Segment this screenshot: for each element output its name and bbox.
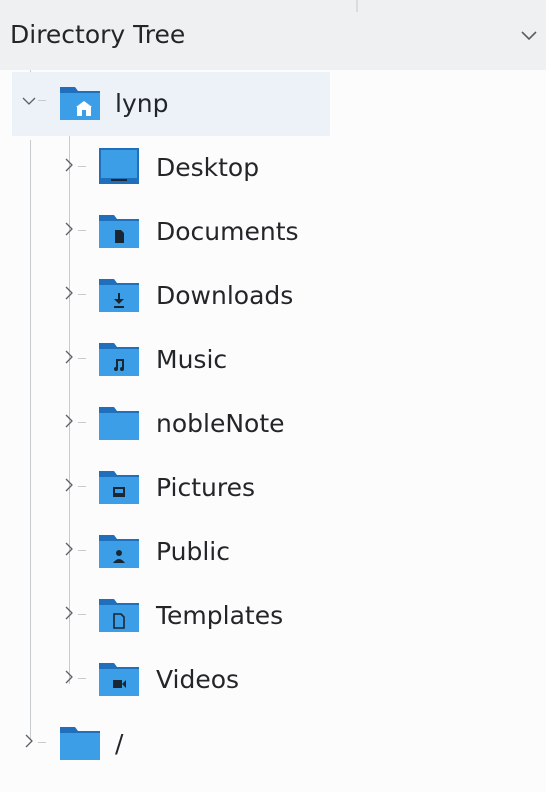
tree-connector: [78, 166, 86, 167]
chevron-right-icon[interactable]: [62, 542, 76, 556]
tree-connector: [78, 422, 86, 423]
home-folder-icon: [60, 87, 100, 120]
tree-item-label: /: [115, 729, 124, 758]
tree-item-label: lynp: [115, 89, 169, 118]
tree-connector: [78, 550, 86, 551]
downloads-folder-icon: [99, 279, 139, 312]
tree-item-label: nobleNote: [156, 409, 285, 438]
tree-connector: [78, 294, 86, 295]
tree-connector: [78, 358, 86, 359]
templates-folder-icon: [99, 599, 139, 632]
resize-handle: [356, 0, 358, 12]
tree-connector: [78, 486, 86, 487]
tree-item-label: Desktop: [156, 153, 260, 182]
directory-tree[interactable]: lynp Desktop Documents Downloads Music n…: [0, 70, 546, 792]
tree-item-public[interactable]: Public: [0, 520, 546, 580]
panel-title: Directory Tree: [10, 20, 186, 49]
chevron-right-icon[interactable]: [62, 286, 76, 300]
tree-connector: [38, 100, 46, 101]
chevron-right-icon[interactable]: [62, 350, 76, 364]
tree-item-documents[interactable]: Documents: [0, 200, 546, 260]
chevron-down-icon[interactable]: [22, 94, 36, 108]
tree-connector: [78, 678, 86, 679]
chevron-right-icon[interactable]: [62, 606, 76, 620]
tree-item-lynp[interactable]: lynp: [0, 72, 546, 136]
tree-item-templates[interactable]: Templates: [0, 584, 546, 644]
tree-item-desktop[interactable]: Desktop: [0, 136, 546, 196]
tree-item-noblenote[interactable]: nobleNote: [0, 392, 546, 452]
tree-item-pictures[interactable]: Pictures: [0, 456, 546, 516]
chevron-down-icon[interactable]: [519, 25, 539, 45]
tree-item-label: Downloads: [156, 281, 294, 310]
tree-item-label: Public: [156, 537, 230, 566]
videos-folder-icon: [99, 663, 139, 696]
tree-connector: [38, 742, 46, 743]
tree-item-videos[interactable]: Videos: [0, 648, 546, 708]
chevron-right-icon[interactable]: [62, 478, 76, 492]
public-folder-icon: [99, 535, 139, 568]
tree-item-music[interactable]: Music: [0, 328, 546, 388]
chevron-right-icon[interactable]: [62, 158, 76, 172]
tree-item-downloads[interactable]: Downloads: [0, 264, 546, 324]
pictures-folder-icon: [99, 471, 139, 504]
desktop-folder-icon: [99, 148, 139, 184]
tree-item-label: Pictures: [156, 473, 255, 502]
tree-connector: [78, 230, 86, 231]
chevron-right-icon[interactable]: [62, 414, 76, 428]
directory-tree-header[interactable]: Directory Tree: [0, 0, 546, 70]
folder-icon: [99, 407, 139, 440]
tree-item-label: Music: [156, 345, 228, 374]
tree-item-label: Templates: [156, 601, 284, 630]
music-folder-icon: [99, 343, 139, 376]
chevron-right-icon[interactable]: [22, 734, 36, 748]
chevron-right-icon[interactable]: [62, 670, 76, 684]
tree-connector: [78, 614, 86, 615]
documents-folder-icon: [99, 215, 139, 248]
tree-item-label: Documents: [156, 217, 299, 246]
tree-item-root-filesystem[interactable]: /: [0, 712, 546, 772]
folder-icon: [60, 727, 100, 760]
chevron-right-icon[interactable]: [62, 222, 76, 236]
tree-item-label: Videos: [156, 665, 240, 694]
